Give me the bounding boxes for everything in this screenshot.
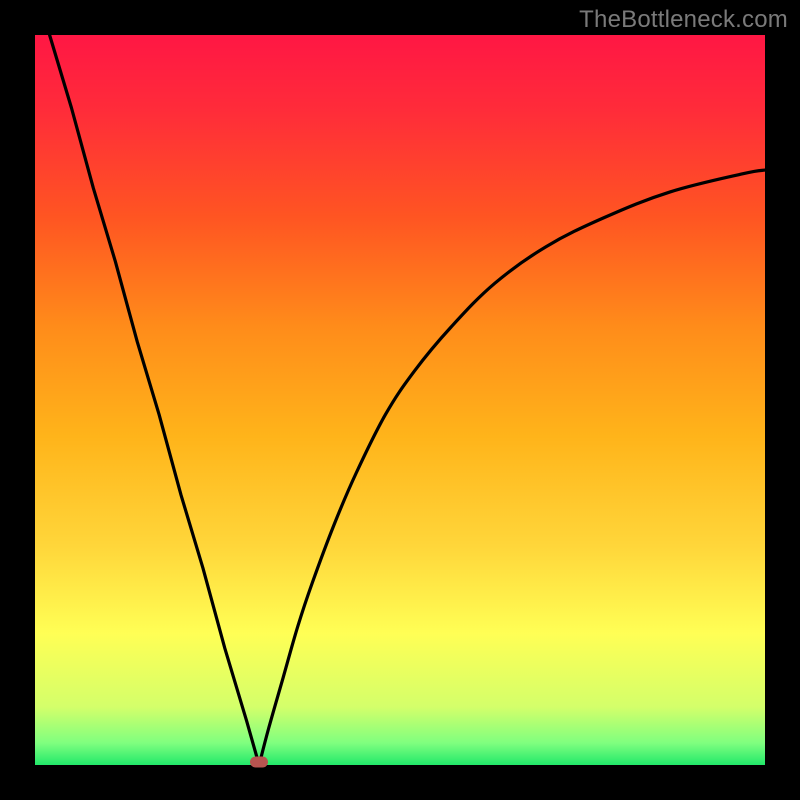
minimum-marker bbox=[250, 757, 268, 768]
curve-right-branch bbox=[259, 170, 765, 765]
chart-frame: TheBottleneck.com bbox=[0, 0, 800, 800]
watermark-text: TheBottleneck.com bbox=[579, 6, 788, 34]
chart-curve bbox=[35, 35, 765, 765]
curve-left-branch bbox=[50, 35, 260, 765]
